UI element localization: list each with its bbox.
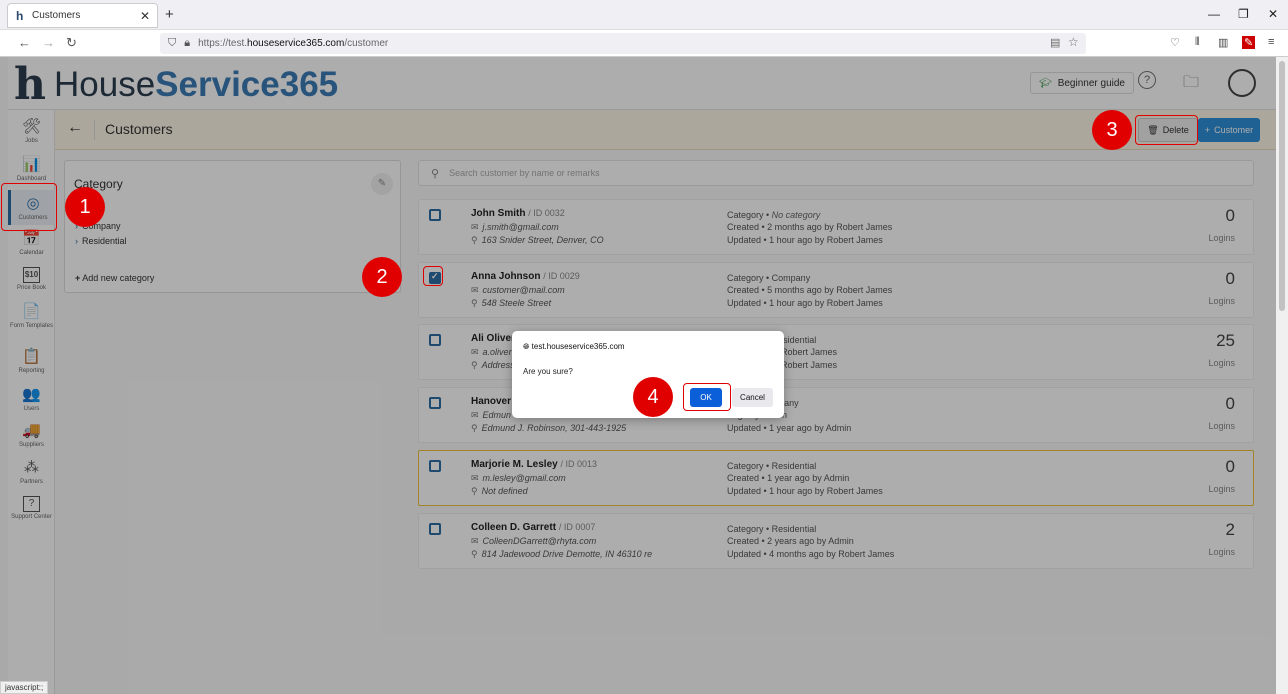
window-close-icon[interactable]: ✕ xyxy=(1268,7,1278,21)
step-marker-3: 3 xyxy=(1092,110,1132,150)
globe-icon: 🌐︎ xyxy=(523,342,530,351)
browser-nav-bar: ← → ↻ ⛉ 🔒︎ https://test. houseservice365.… xyxy=(0,30,1288,57)
minimize-icon[interactable]: — xyxy=(1208,7,1220,21)
forward-nav-icon[interactable]: → xyxy=(42,35,55,50)
bookmark-star-icon[interactable]: ☆ xyxy=(1068,35,1079,49)
reload-icon[interactable]: ↻ xyxy=(66,35,77,51)
lock-icon: 🔒︎ xyxy=(184,37,191,49)
tab-title: Customers xyxy=(32,10,81,21)
back-nav-icon[interactable]: ← xyxy=(18,35,31,50)
url-prefix: https://test. xyxy=(198,38,248,49)
scrollbar-thumb[interactable] xyxy=(1279,61,1285,311)
dialog-origin-text: test.houseservice365.com xyxy=(531,342,625,351)
reader-view-icon[interactable]: ▤ xyxy=(1050,36,1060,49)
url-path: /customer xyxy=(344,38,389,49)
highlight-delete-button xyxy=(1135,115,1198,145)
pocket-icon[interactable]: ♡ xyxy=(1170,36,1180,49)
sidebar-toggle-icon[interactable]: ▥ xyxy=(1218,36,1228,49)
browser-tab[interactable]: h Customers ✕ xyxy=(7,3,158,28)
url-bar[interactable]: ⛉ 🔒︎ https://test. houseservice365.com/cu… xyxy=(160,33,1086,54)
step-marker-4: 4 xyxy=(633,377,673,417)
browser-status-bar: javascript:; xyxy=(0,681,49,694)
restore-icon[interactable]: ❐ xyxy=(1238,7,1249,21)
library-icon[interactable]: ⫴ xyxy=(1195,36,1200,49)
close-tab-icon[interactable]: ✕ xyxy=(140,9,150,23)
extension-icon[interactable]: ✎ xyxy=(1242,36,1256,49)
dialog-origin: 🌐︎ test.houseservice365.com xyxy=(523,342,625,352)
shield-icon: ⛉ xyxy=(168,37,177,49)
new-tab-icon[interactable]: + xyxy=(165,6,174,23)
highlight-checkbox xyxy=(423,266,443,286)
site-favicon-icon: h xyxy=(16,8,24,23)
browser-tab-bar: h Customers ✕ + — ❐ ✕ xyxy=(0,0,1288,30)
dialog-message: Are you sure? xyxy=(523,367,573,376)
step-marker-1: 1 xyxy=(65,187,105,227)
step-marker-2: 2 xyxy=(362,257,402,297)
highlight-ok-button xyxy=(683,383,731,411)
url-domain: houseservice365.com xyxy=(247,38,345,49)
highlight-customers-nav xyxy=(1,183,57,231)
page-scrollbar[interactable] xyxy=(1276,57,1288,694)
menu-icon[interactable]: ≡ xyxy=(1268,36,1274,48)
cancel-button[interactable]: Cancel xyxy=(732,388,773,407)
